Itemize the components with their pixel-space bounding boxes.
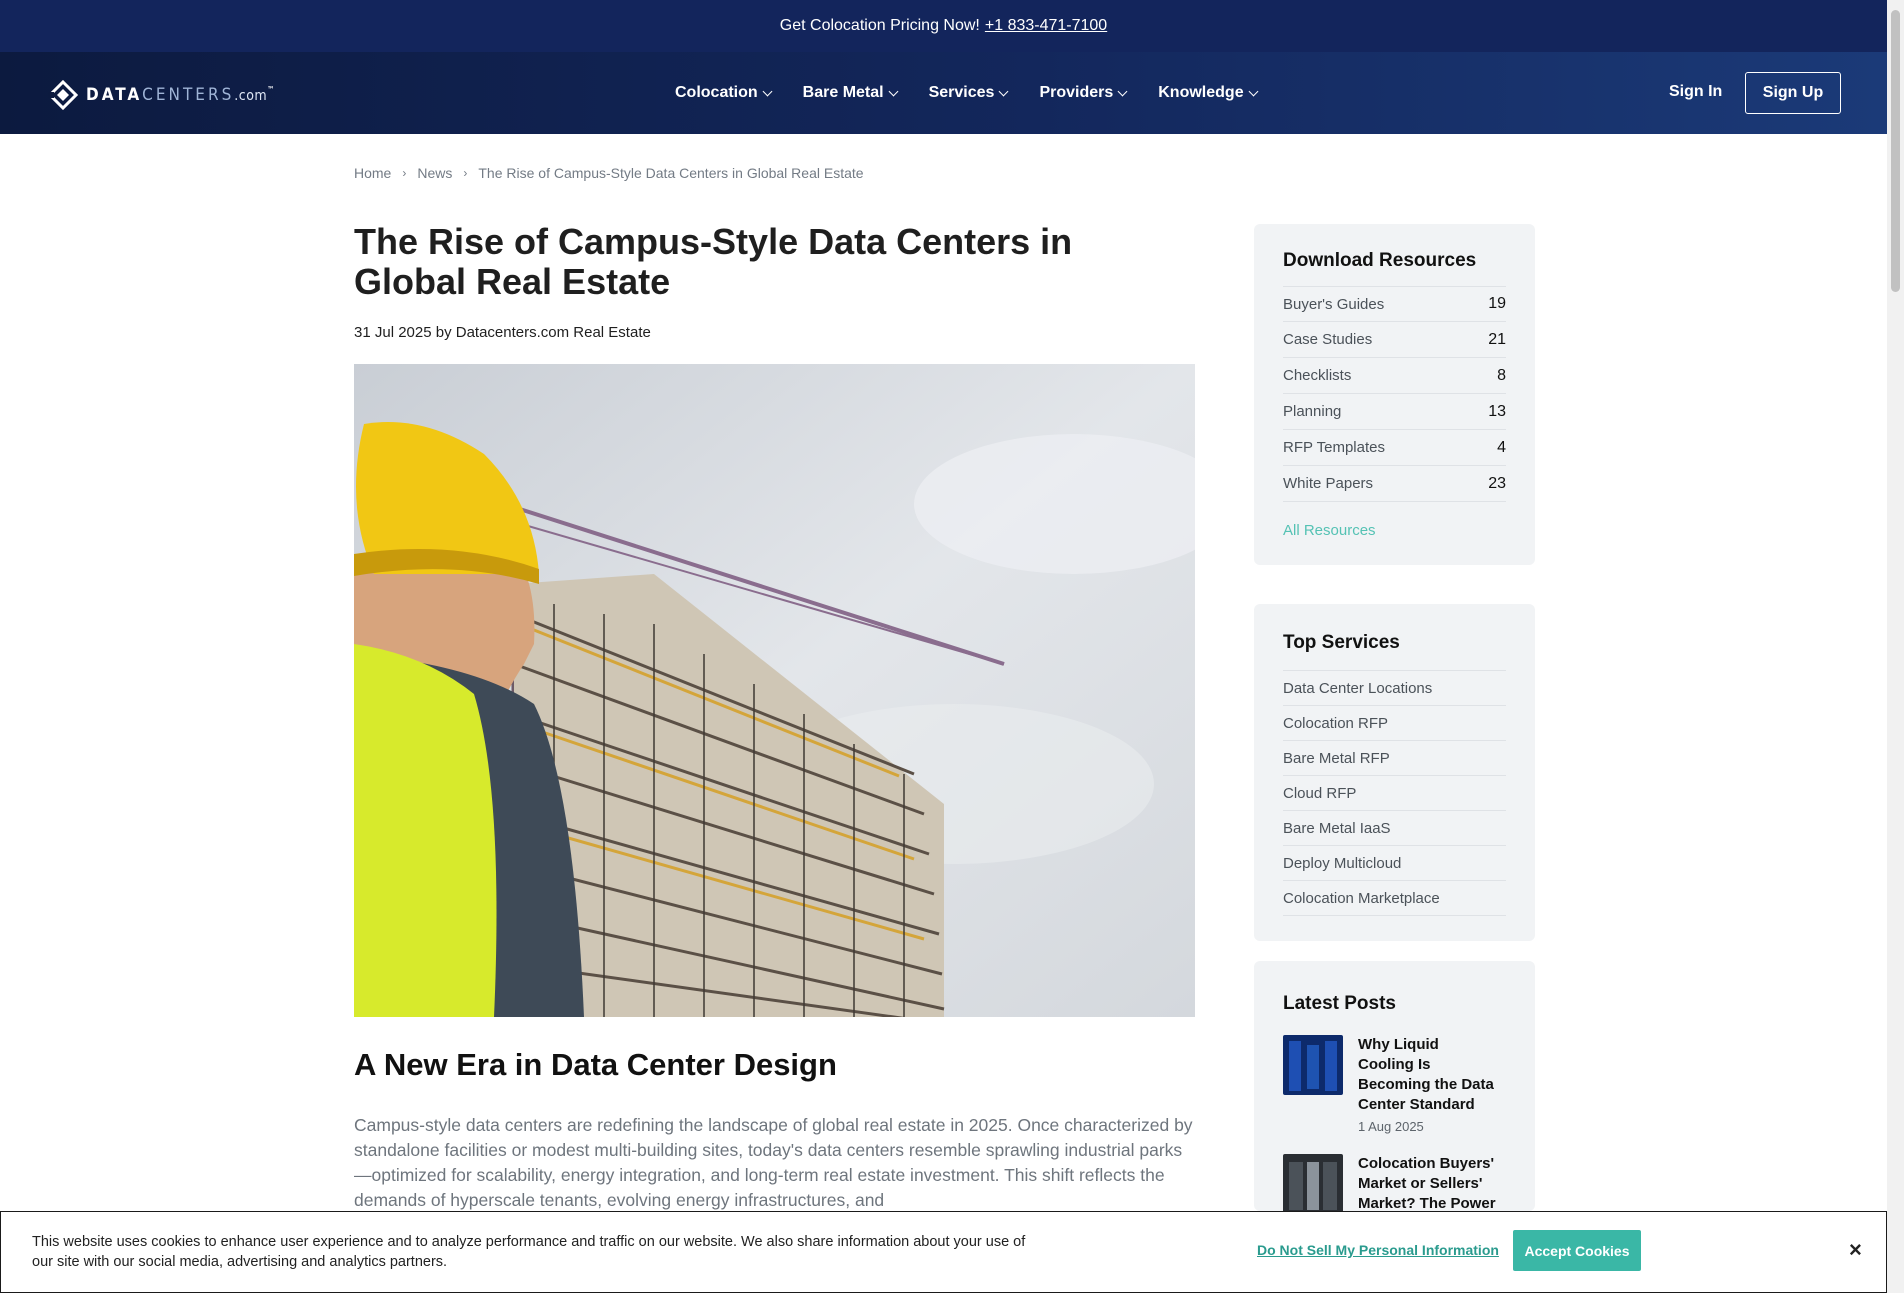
post-item[interactable]: Colocation Buyers' Market or Sellers' Ma…: [1283, 1154, 1506, 1211]
resource-row[interactable]: RFP Templates 4: [1283, 430, 1506, 466]
post-date: 1 Aug 2025: [1358, 1119, 1424, 1134]
latest-posts-title: Latest Posts: [1283, 993, 1396, 1014]
nav-item-providers[interactable]: Providers: [1039, 84, 1128, 102]
breadcrumb-home[interactable]: Home: [354, 165, 391, 181]
logo-text: DATACENTERS.com™: [86, 85, 278, 105]
post-title[interactable]: Colocation Buyers' Market or Sellers' Ma…: [1358, 1154, 1498, 1211]
resource-list: Buyer's Guides 19 Case Studies 21 Checklis…: [1283, 286, 1506, 502]
top-services-card: Top Services Data Center Locations Coloc…: [1254, 604, 1535, 941]
breadcrumb-separator: ›: [402, 166, 407, 180]
service-list: Data Center Locations Colocation RFP Bar…: [1283, 670, 1506, 916]
breadcrumb-current: The Rise of Campus-Style Data Centers in…: [478, 165, 864, 181]
promo-text: Get Colocation Pricing Now!: [779, 17, 980, 34]
cookie-banner: This website uses cookies to enhance use…: [0, 1211, 1887, 1293]
download-resources-title: Download Resources: [1283, 250, 1477, 271]
sign-in-link[interactable]: Sign In: [1669, 83, 1722, 101]
chevron-down-icon: [888, 86, 899, 96]
main-nav: DATACENTERS.com™ Colocation Bare Metal S…: [0, 52, 1887, 134]
download-resources-card: Download Resources Buyer's Guides 19 Case…: [1254, 224, 1535, 565]
construction-illustration: [354, 364, 1195, 1017]
breadcrumb: Home › News › The Rise of Campus-Style D…: [354, 165, 864, 181]
service-link[interactable]: Bare Metal IaaS: [1283, 811, 1506, 846]
article-meta: 31 Jul 2025 by Datacenters.com Real Esta…: [354, 324, 651, 341]
breadcrumb-news[interactable]: News: [417, 165, 452, 181]
service-link[interactable]: Colocation Marketplace: [1283, 881, 1506, 916]
nav-item-knowledge[interactable]: Knowledge: [1158, 84, 1259, 102]
nav-item-bare-metal[interactable]: Bare Metal: [803, 84, 899, 102]
close-icon[interactable]: ×: [1849, 1237, 1862, 1263]
nav-menu: Colocation Bare Metal Services Providers…: [675, 52, 1289, 134]
chevron-down-icon: [998, 86, 1009, 96]
sign-up-button[interactable]: Sign Up: [1745, 72, 1841, 114]
chevron-down-icon: [762, 86, 773, 96]
scrollbar-thumb[interactable]: [1891, 10, 1900, 292]
post-thumbnail: [1283, 1035, 1343, 1095]
resource-row[interactable]: White Papers 23: [1283, 466, 1506, 502]
site-logo[interactable]: DATACENTERS.com™: [48, 80, 277, 110]
article-paragraph: Campus-style data centers are redefining…: [354, 1115, 1193, 1210]
accept-cookies-button[interactable]: Accept Cookies: [1513, 1230, 1641, 1271]
resource-row[interactable]: Checklists 8: [1283, 358, 1506, 394]
resource-row[interactable]: Planning 13: [1283, 394, 1506, 430]
service-link[interactable]: Cloud RFP: [1283, 776, 1506, 811]
breadcrumb-separator: ›: [463, 166, 468, 180]
post-thumbnail: [1283, 1154, 1343, 1211]
chevron-down-icon: [1248, 86, 1259, 96]
latest-posts-card: Latest Posts Why Liquid Cooling Is Becom…: [1254, 961, 1535, 1211]
do-not-sell-link[interactable]: Do Not Sell My Personal Information: [1257, 1242, 1499, 1258]
service-link[interactable]: Bare Metal RFP: [1283, 741, 1506, 776]
post-list: Why Liquid Cooling Is Becoming the Data …: [1283, 1035, 1506, 1211]
logo-diamond-icon: [48, 80, 78, 110]
service-link[interactable]: Data Center Locations: [1283, 671, 1506, 706]
resource-row[interactable]: Buyer's Guides 19: [1283, 286, 1506, 322]
post-item[interactable]: Why Liquid Cooling Is Becoming the Data …: [1283, 1035, 1506, 1134]
resource-row[interactable]: Case Studies 21: [1283, 322, 1506, 358]
post-title[interactable]: Why Liquid Cooling Is Becoming the Data …: [1358, 1035, 1498, 1115]
chevron-down-icon: [1117, 86, 1128, 96]
nav-item-services[interactable]: Services: [929, 84, 1009, 102]
service-link[interactable]: Colocation RFP: [1283, 706, 1506, 741]
service-link[interactable]: Deploy Multicloud: [1283, 846, 1506, 881]
promo-bar: Get Colocation Pricing Now! +1 833-471-7…: [0, 0, 1887, 52]
promo-phone-link[interactable]: +1 833-471-7100: [985, 17, 1107, 35]
hero-image: [354, 364, 1195, 1017]
top-services-title: Top Services: [1283, 632, 1400, 653]
cookie-text: This website uses cookies to enhance use…: [32, 1234, 1026, 1270]
article-title: The Rise of Campus-Style Data Centers in…: [354, 221, 1073, 302]
nav-item-colocation[interactable]: Colocation: [675, 84, 773, 102]
all-resources-link[interactable]: All Resources: [1283, 522, 1506, 539]
article-subheading: A New Era in Data Center Design: [354, 1047, 837, 1082]
